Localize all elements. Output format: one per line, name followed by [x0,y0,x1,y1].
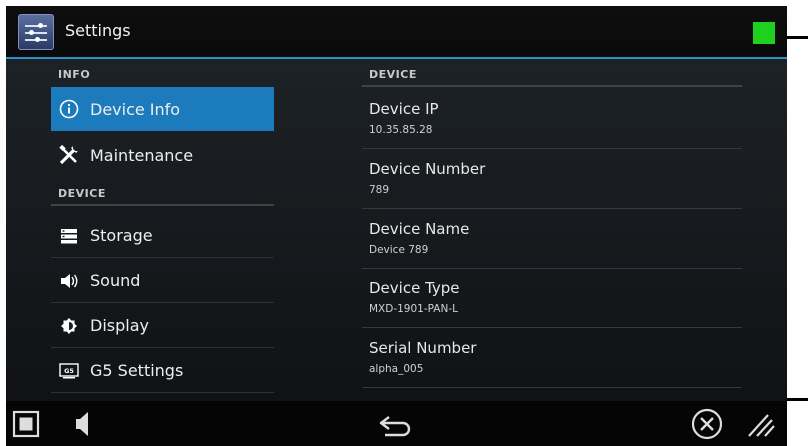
detail-label: Device Name [369,220,470,238]
detail-row-device-ip[interactable]: Device IP 10.35.85.28 [362,90,742,149]
sidebar-item-maintenance[interactable]: Maintenance [51,133,274,177]
status-indicator [753,22,775,44]
detail-label: Device IP [369,100,439,118]
touch-panel-screen: Settings INFO Device Info Maintenance DE… [6,6,787,446]
section-divider [362,85,742,87]
detail-value: 789 [369,184,390,196]
sidebar-item-storage[interactable]: Storage [51,214,274,258]
sidebar-item-label: Sound [90,271,141,290]
sidebar-item-label: Display [90,316,149,335]
section-divider [51,204,274,206]
sidebar-item-label: G5 Settings [90,361,184,380]
section-header-info: INFO [58,68,91,81]
sidebar-item-device-info[interactable]: Device Info [51,87,274,131]
g5-icon: G5 [58,360,80,382]
storage-icon [58,225,80,247]
detail-row-device-type[interactable]: Device Type MXD-1901-PAN-L [362,269,742,328]
callout-line [787,36,808,39]
settings-content: INFO Device Info Maintenance DEVICE Stor… [6,59,787,401]
settings-sliders-icon[interactable] [18,14,54,50]
page-title: Settings [65,21,131,40]
sidebar-item-g5-settings[interactable]: G5 G5 Settings [51,349,274,393]
brightness-icon [58,315,80,337]
detail-label: Device Type [369,279,460,297]
back-arrow-icon[interactable] [377,413,413,441]
close-circle-icon[interactable] [690,407,724,445]
detail-label: Device Number [369,160,486,178]
sidebar-item-display[interactable]: Display [51,304,274,348]
sidebar-item-sound[interactable]: Sound [51,259,274,303]
detail-value: alpha_005 [369,363,424,375]
sidebar-item-label: Maintenance [90,145,194,165]
sidebar-item-label: Storage [90,226,153,245]
callout-line [787,398,808,401]
sidebar-item-label: Device Info [90,99,181,119]
volume-icon[interactable] [72,409,94,443]
tools-icon [58,144,80,166]
detail-row-device-number[interactable]: Device Number 789 [362,150,742,209]
title-bar: Settings [6,6,787,59]
detail-row-device-name[interactable]: Device Name Device 789 [362,210,742,269]
section-header-device: DEVICE [58,187,106,200]
svg-text:G5: G5 [64,367,74,375]
resize-grip-icon[interactable] [746,411,776,443]
detail-label: Serial Number [369,339,477,357]
stop-square-icon[interactable] [12,410,40,442]
detail-value: 10.35.85.28 [369,124,433,136]
speaker-icon [58,270,80,292]
info-icon [58,98,80,120]
system-nav-bar [6,401,787,446]
section-header-device-details: DEVICE [369,68,417,81]
detail-value: MXD-1901-PAN-L [369,303,458,315]
detail-value: Device 789 [369,244,429,256]
detail-row-serial-number[interactable]: Serial Number alpha_005 [362,329,742,388]
